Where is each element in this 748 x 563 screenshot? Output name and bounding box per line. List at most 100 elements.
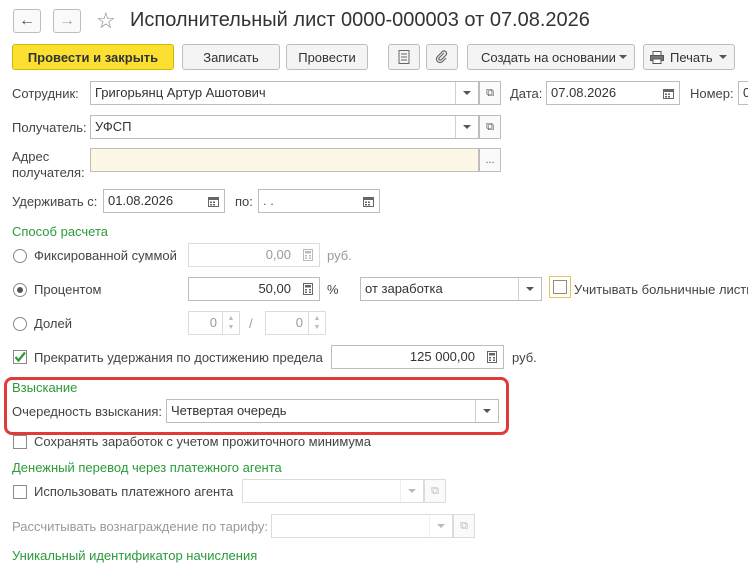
limit-unit: руб. (512, 350, 537, 365)
create-based-on-button[interactable]: Создать на основании (467, 44, 635, 70)
post-and-close-button[interactable]: Провести и закрыть (12, 44, 174, 70)
number-value: 0 (743, 85, 748, 100)
use-agent-label: Использовать платежного агента (34, 484, 234, 499)
limit-checkbox[interactable] (13, 350, 27, 364)
star-icon[interactable]: ☆ (96, 8, 116, 34)
fixed-sum-label: Фиксированной суммой (34, 248, 177, 263)
chevron-down-icon[interactable] (518, 278, 541, 300)
open-icon: ⧉ (460, 519, 468, 532)
recipient-label: Получатель: (12, 120, 87, 135)
spin-arrows-icon[interactable]: ▲ ▼ (222, 312, 239, 334)
date-value: 07.08.2026 (551, 85, 617, 100)
open-agent-button[interactable]: ⧉ (424, 479, 446, 503)
journal-button[interactable] (388, 44, 420, 70)
limit-label: Прекратить удержания по достижению преде… (34, 350, 323, 365)
payment-agent-section-title: Денежный перевод через платежного агента (12, 460, 282, 475)
shares-separator: / (249, 316, 253, 331)
employee-field[interactable]: Григорьянц Артур Ашотович (90, 81, 479, 105)
percent-field[interactable]: 50,00 (188, 277, 320, 301)
calendar-icon[interactable] (357, 190, 379, 212)
printer-icon (650, 50, 664, 64)
open-icon: ⧉ (486, 120, 494, 133)
shares-denominator-value: 0 (295, 315, 303, 330)
arrow-right-icon: → (59, 12, 75, 29)
chevron-down-icon (719, 55, 727, 59)
percent-base-value: от заработка (365, 281, 443, 296)
calendar-icon[interactable] (657, 82, 679, 104)
page-title: Исполнительный лист 0000-000003 от 07.08… (130, 9, 590, 31)
uid-section-title: Уникальный идентификатор начисления (12, 548, 258, 563)
sick-leave-checkbox[interactable] (553, 280, 567, 294)
chevron-down-icon[interactable] (455, 116, 478, 138)
shares-label: Долей (34, 316, 72, 331)
highlight-frame (4, 377, 509, 435)
hold-to-label: по: (235, 194, 253, 209)
address-select-button[interactable]: ... (479, 148, 501, 172)
fixed-sum-unit: руб. (327, 248, 352, 263)
hold-to-field[interactable]: . . (258, 189, 380, 213)
post-button[interactable]: Провести (286, 44, 368, 70)
address-label-line2: получателя: (12, 165, 85, 180)
print-button[interactable]: Печать (643, 44, 735, 70)
use-agent-checkbox[interactable] (13, 485, 27, 499)
limit-value: 125 000,00 (409, 349, 475, 364)
percent-unit: % (327, 282, 339, 297)
forward-button[interactable]: → (53, 9, 81, 33)
hold-to-value: . . (263, 193, 274, 208)
limit-field[interactable]: 125 000,00 (331, 345, 504, 369)
fee-label: Рассчитывать вознаграждение по тарифу: (12, 519, 268, 534)
address-label-line1: Адрес (12, 149, 50, 164)
percent-value: 50,00 (258, 281, 291, 296)
calendar-icon[interactable] (202, 190, 224, 212)
number-label: Номер: (690, 86, 734, 101)
open-fee-button[interactable]: ⧉ (453, 514, 475, 538)
spin-arrows-icon[interactable]: ▲ ▼ (308, 312, 325, 334)
recipient-value: УФСП (95, 119, 132, 134)
chevron-down-icon (619, 55, 627, 59)
date-field[interactable]: 07.08.2026 (546, 81, 680, 105)
fixed-sum-field[interactable]: 0,00 (188, 243, 320, 267)
open-employee-button[interactable]: ⧉ (479, 81, 501, 105)
save-button[interactable]: Записать (182, 44, 280, 70)
recipient-field[interactable]: УФСП (90, 115, 479, 139)
checkmark-icon (14, 351, 26, 363)
percent-base-select[interactable]: от заработка (360, 277, 542, 301)
shares-radio[interactable] (13, 317, 27, 331)
keep-min-checkbox[interactable] (13, 435, 27, 449)
employee-label: Сотрудник: (12, 86, 79, 101)
percent-label: Процентом (34, 282, 102, 297)
employee-value: Григорьянц Артур Ашотович (95, 85, 266, 100)
print-label: Печать (670, 49, 713, 65)
calc-method-section-title: Способ расчета (12, 224, 109, 239)
keep-min-label: Сохранять заработок с учетом прожиточног… (34, 434, 371, 449)
date-label: Дата: (510, 86, 543, 101)
hold-from-value: 01.08.2026 (108, 193, 174, 208)
arrow-left-icon: ← (19, 12, 35, 29)
calculator-icon[interactable] (297, 244, 319, 266)
use-agent-select[interactable] (242, 479, 424, 503)
fee-select[interactable] (271, 514, 453, 538)
hold-from-label: Удерживать с: (12, 194, 98, 209)
chevron-down-icon[interactable] (400, 480, 423, 502)
shares-denominator-field[interactable]: 0 ▲ ▼ (265, 311, 326, 335)
paperclip-icon (435, 50, 448, 64)
shares-numerator-value: 0 (209, 315, 217, 330)
attach-button[interactable] (426, 44, 458, 70)
hold-from-field[interactable]: 01.08.2026 (103, 189, 225, 213)
chevron-down-icon[interactable] (429, 515, 452, 537)
ellipsis-icon: ... (485, 154, 495, 166)
create-based-label: Создать на основании (481, 49, 616, 65)
sick-leave-checkbox-frame[interactable] (549, 276, 571, 298)
number-field[interactable]: 0 (738, 81, 748, 105)
percent-radio[interactable] (13, 283, 27, 297)
open-icon: ⧉ (486, 86, 494, 99)
open-recipient-button[interactable]: ⧉ (479, 115, 501, 139)
list-icon (398, 50, 410, 64)
calculator-icon[interactable] (297, 278, 319, 300)
fixed-sum-radio[interactable] (13, 249, 27, 263)
back-button[interactable]: ← (13, 9, 41, 33)
shares-numerator-field[interactable]: 0 ▲ ▼ (188, 311, 240, 335)
calculator-icon[interactable] (481, 346, 503, 368)
chevron-down-icon[interactable] (455, 82, 478, 104)
address-field[interactable] (90, 148, 479, 172)
